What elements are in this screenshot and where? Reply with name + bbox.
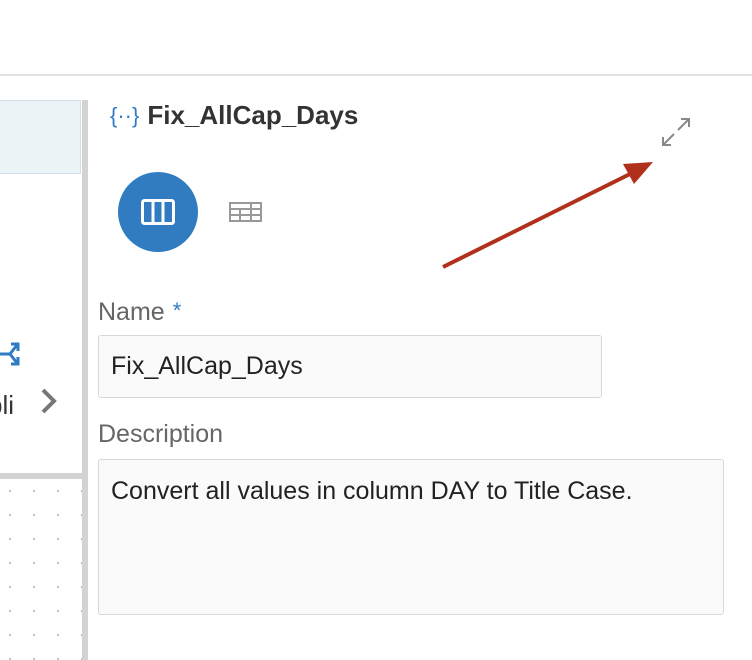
- description-label: Description: [98, 420, 224, 448]
- name-input[interactable]: Fix_AllCap_Days: [98, 335, 602, 398]
- expand-icon[interactable]: [660, 116, 692, 153]
- canvas-grid: [0, 479, 82, 660]
- chevron-right-icon[interactable]: [38, 386, 60, 424]
- table-view-button[interactable]: [229, 202, 262, 227]
- columns-view-button[interactable]: [118, 172, 198, 252]
- title-text: Fix_AllCap_Days: [147, 100, 359, 130]
- page-title: {··} Fix_AllCap_Days: [110, 100, 358, 131]
- name-label: Name *: [98, 298, 182, 326]
- expression-icon: {··}: [110, 102, 140, 128]
- selected-node-box[interactable]: [0, 100, 81, 174]
- top-bar: [0, 0, 752, 76]
- share-icon[interactable]: [0, 340, 20, 375]
- vertical-splitter[interactable]: [82, 100, 88, 660]
- table-icon: [229, 202, 262, 222]
- description-textarea[interactable]: Convert all values in column DAY to Titl…: [98, 459, 724, 615]
- truncated-label: pli: [0, 390, 14, 420]
- columns-icon: [141, 199, 175, 225]
- required-marker: *: [172, 298, 182, 323]
